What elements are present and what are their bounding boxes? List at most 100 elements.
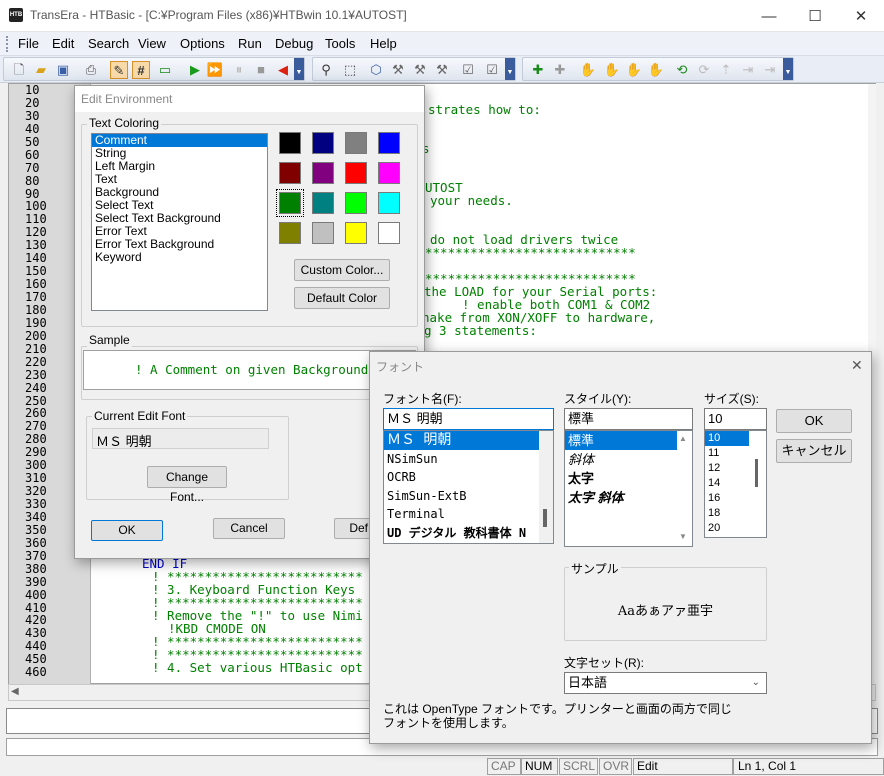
font-list-item[interactable]: OCRB bbox=[384, 468, 540, 487]
font-name-input[interactable]: ＭＳ 明朝 bbox=[383, 408, 554, 430]
color-swatch[interactable] bbox=[345, 222, 367, 244]
step-back-icon[interactable]: ◀ bbox=[274, 61, 292, 79]
color-swatch[interactable] bbox=[378, 222, 400, 244]
line-numbers-icon[interactable]: # bbox=[132, 61, 150, 79]
size-list-item[interactable]: 20 bbox=[705, 521, 749, 536]
ok-button[interactable]: OK bbox=[91, 520, 163, 541]
toolbar-dropdown-icon[interactable]: ▼ bbox=[783, 58, 793, 80]
menu-run[interactable]: Run bbox=[238, 36, 262, 51]
size-list-item[interactable]: 12 bbox=[705, 461, 749, 476]
toolbar-dropdown-icon[interactable]: ▼ bbox=[294, 58, 304, 80]
close-button[interactable]: ✕ bbox=[838, 0, 884, 32]
minimize-button[interactable]: — bbox=[746, 0, 792, 32]
check-icon[interactable]: ☑ bbox=[459, 61, 477, 79]
display-icon[interactable]: ▭ bbox=[156, 61, 174, 79]
hand2-icon[interactable]: ✋ bbox=[603, 61, 621, 79]
font-list-item[interactable]: SimSun-ExtB bbox=[384, 487, 540, 506]
hand3-icon[interactable]: ✋ bbox=[625, 61, 643, 79]
size-list-item[interactable]: 11 bbox=[705, 446, 749, 461]
toolbar-dropdown-icon[interactable]: ▼ bbox=[505, 58, 515, 80]
style-list-item[interactable]: 斜体 bbox=[565, 450, 677, 469]
menu-search[interactable]: Search bbox=[88, 36, 129, 51]
color-target-item[interactable]: Left Margin bbox=[92, 160, 267, 173]
font-cancel-button[interactable]: キャンセル bbox=[776, 439, 852, 463]
tools3-icon[interactable]: ⚒ bbox=[433, 61, 451, 79]
default-color-button[interactable]: Default Color bbox=[294, 287, 390, 309]
color-swatch[interactable] bbox=[378, 162, 400, 184]
step-icon[interactable]: ⇡ bbox=[717, 61, 735, 79]
menu-file[interactable]: File bbox=[18, 36, 39, 51]
font-list-item[interactable]: NSimSun bbox=[384, 450, 540, 469]
menu-view[interactable]: View bbox=[138, 36, 166, 51]
color-target-list[interactable]: Comment String Left Margin Text Background Se… bbox=[91, 133, 268, 311]
run-icon[interactable]: ▶ bbox=[186, 61, 204, 79]
change-font-button[interactable]: Change Font... bbox=[147, 466, 227, 504]
style-scroll-up-icon[interactable]: ▲ bbox=[679, 434, 687, 443]
pause-icon[interactable]: ⏸ bbox=[230, 61, 248, 79]
custom-color-button[interactable]: Custom Color... bbox=[294, 259, 390, 281]
menu-tools[interactable]: Tools bbox=[325, 36, 355, 51]
stop-icon[interactable]: ■ bbox=[252, 61, 270, 79]
color-swatch[interactable] bbox=[345, 132, 367, 154]
font-list-item[interactable]: UD デジタル 教科書体 N bbox=[384, 524, 540, 543]
charset-select[interactable]: 日本語 ⌄ bbox=[564, 672, 767, 694]
menu-help[interactable]: Help bbox=[370, 36, 397, 51]
color-swatch[interactable] bbox=[312, 192, 334, 214]
style-list[interactable]: 標準 斜体 太字 太字 斜体 bbox=[564, 430, 693, 547]
refresh2-icon[interactable]: ⟳ bbox=[695, 61, 713, 79]
wrench-icon[interactable]: ✚ bbox=[529, 61, 547, 79]
font-list-item[interactable]: Terminal bbox=[384, 505, 540, 524]
edit-icon[interactable]: ✎ bbox=[110, 61, 128, 79]
style-list-item[interactable]: 標準 bbox=[565, 431, 677, 450]
wrench2-icon[interactable]: ✚ bbox=[551, 61, 569, 79]
open-icon[interactable]: ▰ bbox=[32, 61, 50, 79]
color-swatch[interactable] bbox=[345, 162, 367, 184]
color-target-item[interactable]: Select Text bbox=[92, 199, 267, 212]
color-swatch[interactable] bbox=[378, 132, 400, 154]
save-icon[interactable]: ▣ bbox=[54, 61, 72, 79]
font-dialog-close-icon[interactable]: ✕ bbox=[851, 357, 863, 374]
step3-icon[interactable]: ⇥ bbox=[761, 61, 779, 79]
color-target-item[interactable]: Keyword bbox=[92, 251, 267, 264]
color-target-item[interactable]: Background bbox=[92, 186, 267, 199]
color-swatch[interactable] bbox=[279, 222, 301, 244]
font-list-scroll-thumb[interactable] bbox=[543, 509, 547, 527]
print-icon[interactable]: ⎙ bbox=[82, 61, 100, 79]
style-list-item[interactable]: 太字 斜体 bbox=[565, 488, 677, 507]
style-input[interactable]: 標準 bbox=[564, 408, 693, 430]
size-list-item[interactable]: 16 bbox=[705, 491, 749, 506]
font-name-list[interactable]: ＭＳ 明朝 NSimSun OCRB SimSun-ExtB Terminal UD デジ… bbox=[383, 430, 554, 544]
font-ok-button[interactable]: OK bbox=[776, 409, 852, 433]
color-swatch[interactable] bbox=[276, 189, 304, 217]
find-icon[interactable]: ⚲ bbox=[317, 61, 335, 79]
size-list-item[interactable]: 18 bbox=[705, 506, 749, 521]
color-swatch[interactable] bbox=[279, 132, 301, 154]
default-button[interactable]: Def bbox=[334, 518, 374, 539]
color-target-item[interactable]: Select Text Background bbox=[92, 212, 267, 225]
menu-edit[interactable]: Edit bbox=[52, 36, 74, 51]
color-target-item[interactable]: Text bbox=[92, 173, 267, 186]
color-target-item[interactable]: Error Text Background bbox=[92, 238, 267, 251]
step2-icon[interactable]: ⇥ bbox=[739, 61, 757, 79]
style-scroll-down-icon[interactable]: ▼ bbox=[679, 532, 687, 541]
check2-icon[interactable]: ☑ bbox=[483, 61, 501, 79]
color-target-item[interactable]: String bbox=[92, 147, 267, 160]
color-target-item[interactable]: Error Text bbox=[92, 225, 267, 238]
color-swatch[interactable] bbox=[378, 192, 400, 214]
font-list-scrollbar[interactable] bbox=[539, 431, 553, 543]
menu-options[interactable]: Options bbox=[180, 36, 225, 51]
hand4-icon[interactable]: ✋ bbox=[647, 61, 665, 79]
tools2-icon[interactable]: ⚒ bbox=[411, 61, 429, 79]
tools-icon[interactable]: ⚒ bbox=[389, 61, 407, 79]
color-swatch[interactable] bbox=[345, 192, 367, 214]
color-swatch[interactable] bbox=[312, 132, 334, 154]
color-swatch[interactable] bbox=[312, 162, 334, 184]
size-input[interactable]: 10 bbox=[704, 408, 767, 430]
color-swatch[interactable] bbox=[279, 162, 301, 184]
color-target-item[interactable]: Comment bbox=[92, 134, 267, 147]
new-icon[interactable]: 🗋 bbox=[10, 61, 28, 79]
cancel-button[interactable]: Cancel bbox=[213, 518, 285, 539]
continue-icon[interactable]: ⏩ bbox=[206, 61, 224, 79]
color-swatch[interactable] bbox=[312, 222, 334, 244]
refresh-icon[interactable]: ⟲ bbox=[673, 61, 691, 79]
